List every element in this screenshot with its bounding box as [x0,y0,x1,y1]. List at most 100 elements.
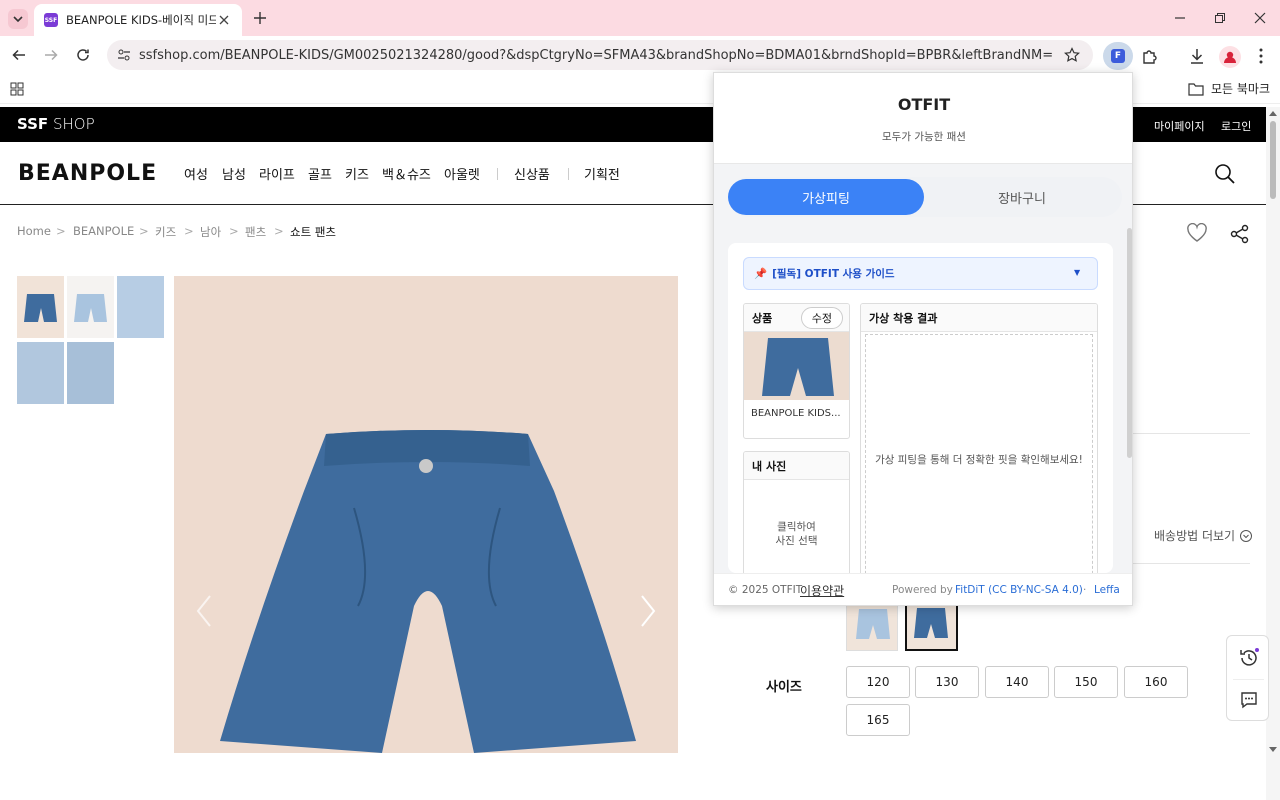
photo-upload-hint[interactable]: 클릭하여 사진 선택 [744,520,849,548]
floating-side-menu [1226,635,1269,721]
window-close-icon[interactable] [1252,10,1268,26]
denim-shorts-image [220,430,636,753]
all-bookmarks-button[interactable]: 모든 북마크 [1188,80,1270,97]
otfit-extension-button[interactable]: F [1103,42,1133,70]
powered-by-label: Powered by [892,584,953,596]
back-icon[interactable] [11,47,27,63]
address-bar[interactable]: ssfshop.com/BEANPOLE-KIDS/GM002502132428… [107,40,1093,70]
forward-icon[interactable] [43,47,59,63]
mypage-link[interactable]: 마이페이지 [1154,118,1205,134]
popup-subtitle: 모두가 가능한 패션 [882,131,966,143]
usage-guide-accordion[interactable]: 📌 [필독] OTFIT 사용 가이드 ▼ [743,257,1098,290]
size-option[interactable]: 150 [1054,666,1118,698]
next-image-icon[interactable] [638,594,658,628]
more-menu-icon[interactable] [1256,47,1266,65]
size-option[interactable]: 160 [1124,666,1188,698]
breadcrumb-home[interactable]: Home [17,224,51,238]
upload-hint-line: 클릭하여 [777,521,816,533]
breadcrumb-separator: > [56,224,66,238]
recent-history-icon[interactable] [1238,647,1260,669]
chat-icon[interactable] [1239,690,1259,710]
apps-grid-icon[interactable] [10,82,24,96]
breadcrumb-item[interactable]: 남아 [200,224,221,240]
breadcrumb-item[interactable]: 키즈 [155,224,176,240]
nav-item[interactable]: 라이프 [259,164,295,183]
my-photo-card[interactable]: 내 사진 클릭하여 사진 선택 [743,451,850,581]
shipping-more-button[interactable]: 배송방법 더보기 [1154,527,1253,544]
nav-item[interactable]: 기획전 [584,164,620,183]
breadcrumb-item[interactable]: 팬츠 [245,224,266,240]
nav-item[interactable]: 남성 [222,164,246,183]
share-icon[interactable] [1229,223,1251,245]
nav-item[interactable]: 아울렛 [444,164,480,183]
fitdit-link[interactable]: FitDiT (CC BY-NC-SA 4.0) [955,584,1083,596]
nav-item[interactable]: 키즈 [345,164,369,183]
nav-item[interactable]: 골프 [308,164,332,183]
nav-item[interactable]: 백＆슈즈 [382,164,431,183]
pin-icon: 📌 [754,268,768,280]
browser-tab[interactable]: SSF BEANPOLE KIDS-베이직 미드트 [34,4,242,36]
scrollbar-thumb[interactable] [1270,121,1276,199]
product-thumbnail[interactable] [17,276,64,338]
puzzle-extensions-icon[interactable] [1141,47,1159,65]
download-icon[interactable] [1188,47,1206,65]
product-name: BEANPOLE KIDS... [751,408,841,419]
beanpole-logo[interactable]: BEANPOLE [18,161,157,186]
profile-avatar[interactable] [1219,46,1241,68]
guide-label: [필독] OTFIT 사용 가이드 [772,268,895,280]
tab-strip: SSF BEANPOLE KIDS-베이직 미드트 [0,0,1280,36]
chevron-circle-down-icon [1240,529,1253,542]
prev-image-icon[interactable] [194,594,214,628]
scroll-down-icon[interactable] [1269,747,1277,753]
breadcrumb-current: 쇼트 팬츠 [290,225,336,239]
reload-icon[interactable] [75,47,91,63]
divider [1133,433,1250,434]
chevron-down-icon [13,16,23,23]
leffa-link[interactable]: Leffa [1094,584,1120,596]
footer-copyright: © 2025 OTFIT [728,584,803,596]
product-thumbnail[interactable] [117,276,164,338]
nav-item[interactable]: 신상품 [514,164,550,183]
search-icon[interactable] [1214,163,1236,185]
login-link[interactable]: 로그인 [1221,118,1251,134]
new-tab-icon[interactable] [252,10,268,26]
ssf-shop-logo[interactable]: SSF SHOP [17,115,95,133]
size-option[interactable]: 165 [846,704,910,736]
restore-icon[interactable] [1212,10,1228,26]
product-thumbnail[interactable] [67,342,114,404]
heart-icon[interactable] [1186,223,1208,243]
nav-divider [568,168,569,180]
terms-link[interactable]: 이용약관 [800,582,844,599]
otfit-popup: OTFIT 모두가 가능한 패션 가상피팅 장바구니 📌 [필독] OTFIT … [713,72,1133,606]
nav-item[interactable]: 여성 [184,164,208,183]
product-thumbnail[interactable] [17,342,64,404]
logo-bold: SSF [17,115,49,133]
url-text: ssfshop.com/BEANPOLE-KIDS/GM002502132428… [139,47,1054,63]
my-photo-label: 내 사진 [744,452,849,480]
breadcrumb-separator: > [184,224,194,238]
breadcrumb-item[interactable]: BEANPOLE [73,224,134,238]
footer-separator: · [1083,584,1087,596]
tab-virtual-fitting[interactable]: 가상피팅 [728,179,924,215]
tab-title: BEANPOLE KIDS-베이직 미드트 [66,13,216,27]
divider [1133,563,1250,564]
star-icon[interactable] [1064,47,1080,63]
edit-button[interactable]: 수정 [800,306,843,329]
size-option[interactable]: 120 [846,666,910,698]
popup-scrollbar[interactable] [1127,228,1132,458]
fitting-panel: 📌 [필독] OTFIT 사용 가이드 ▼ 상품 수정 BEANPOLE KID… [728,243,1113,581]
product-thumbnail[interactable] [67,276,114,338]
minimize-icon[interactable] [1172,10,1188,26]
result-card: 가상 착용 결과 가상 피팅을 통해 더 정확한 핏을 확인해보세요! [860,303,1098,578]
tab-cart[interactable]: 장바구니 [924,179,1120,215]
size-option[interactable]: 140 [985,666,1049,698]
breadcrumb-separator: > [274,224,284,238]
popup-footer: © 2025 OTFIT 이용약관 Powered by FitDiT (CC … [714,573,1132,605]
shipping-more-label: 배송방법 더보기 [1154,529,1236,543]
close-icon[interactable] [216,12,232,28]
site-info-icon[interactable] [117,48,131,62]
result-placeholder: 가상 피팅을 통해 더 정확한 핏을 확인해보세요! [865,334,1093,577]
tab-search-button[interactable] [8,9,28,29]
size-option[interactable]: 130 [915,666,979,698]
scroll-up-icon[interactable] [1269,110,1277,116]
